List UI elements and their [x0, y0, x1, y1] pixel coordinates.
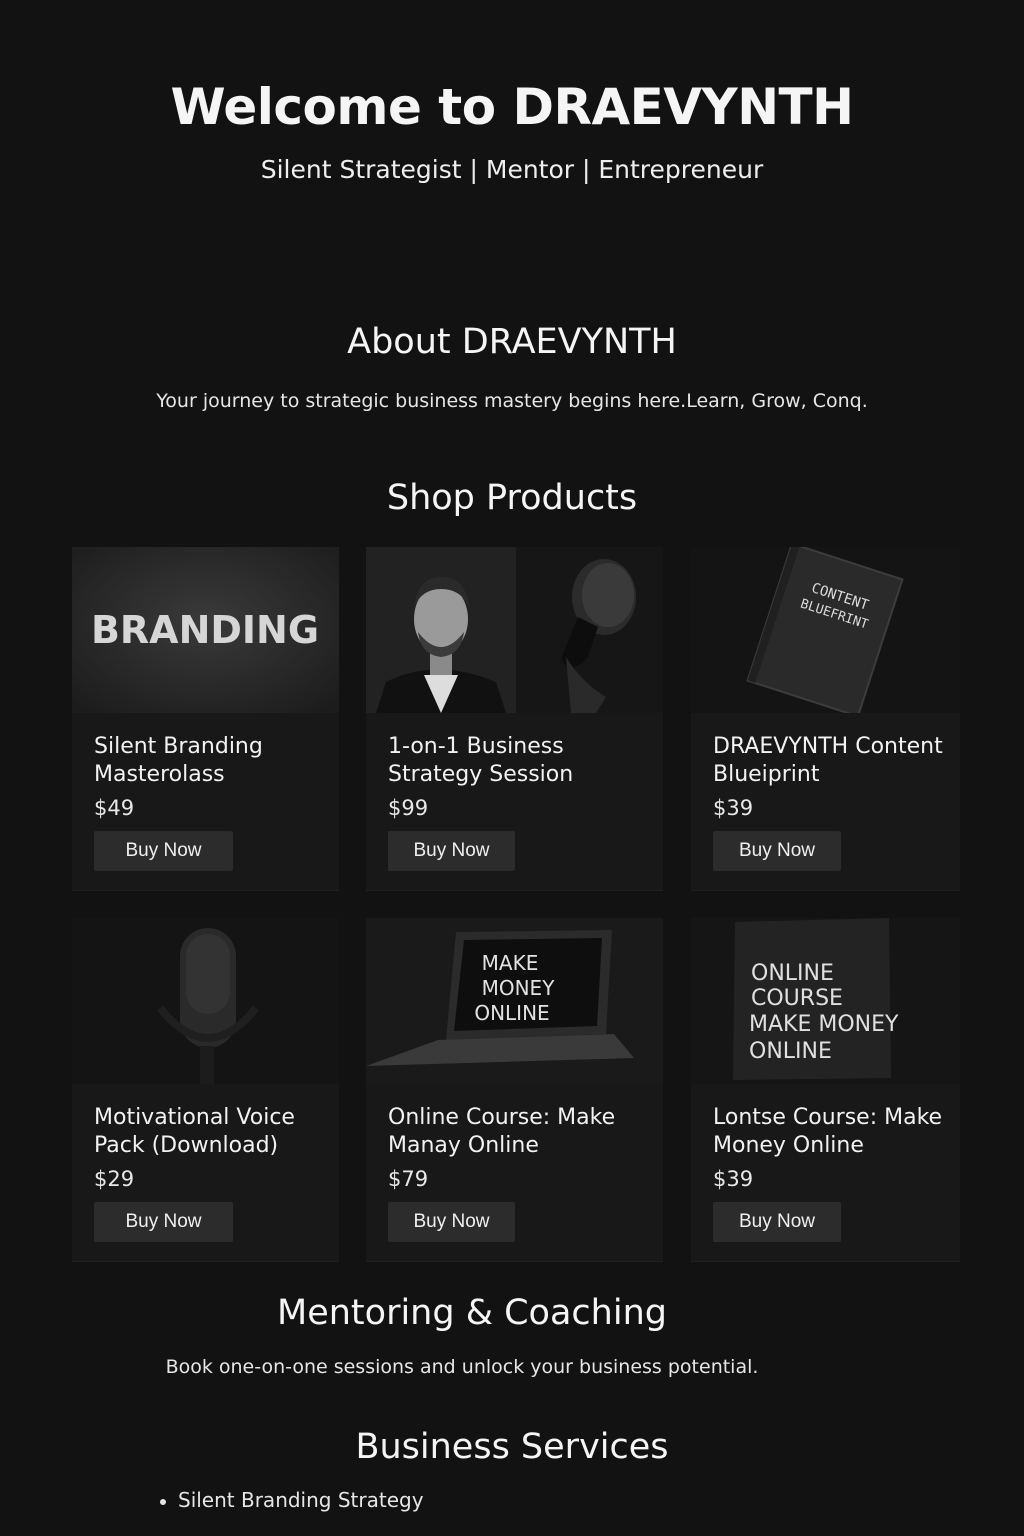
services-heading: Business Services — [355, 1427, 669, 1467]
laptop-screen-text-2: MONEY — [482, 976, 556, 1000]
about-heading: About DRAEVYNTH — [347, 322, 677, 362]
buy-now-button[interactable]: Buy Now — [94, 1202, 233, 1242]
product-price: $39 — [713, 1167, 754, 1191]
product-card-strategy-session: 1-on-1 Business Strategy Session $99 Buy… — [366, 547, 663, 890]
buy-now-button[interactable]: Buy Now — [94, 831, 233, 871]
branding-image: BRANDING — [72, 547, 339, 713]
services-list: Silent Branding Strategy — [160, 1488, 424, 1512]
laptop-make-money-image: MAKE MONEY ONLINE — [366, 918, 663, 1084]
buy-now-button[interactable]: Buy Now — [713, 1202, 841, 1242]
laptop-screen-text-3: ONLINE — [474, 1001, 549, 1025]
laptop-screen-text-1: MAKE — [482, 951, 539, 975]
product-price: $49 — [94, 796, 135, 820]
about-text: Your journey to strategic business maste… — [156, 390, 868, 412]
product-card-voice-pack: Motivational Voice Pack (Download) $29 B… — [72, 918, 339, 1261]
product-card-branding-masterclass: BRANDING Silent Branding Masterolass $49… — [72, 547, 339, 890]
buy-now-button[interactable]: Buy Now — [713, 831, 841, 871]
shop-heading: Shop Products — [386, 478, 638, 518]
product-card-online-course: MAKE MONEY ONLINE Online Course: Make Ma… — [366, 918, 663, 1261]
online-course-sign-image: ONLINE COURSE MAKE MONEY ONLINE — [691, 918, 960, 1084]
product-price: $29 — [94, 1167, 135, 1191]
product-name: Lontse Course: Make Money Online — [713, 1105, 943, 1158]
studio-microphone-image — [72, 918, 339, 1084]
product-price: $99 — [388, 796, 429, 820]
product-name: Motivational Voice Pack (Download) — [94, 1105, 295, 1158]
branding-image-text: BRANDING — [91, 608, 319, 652]
product-name: Online Course: Make Manay Online — [388, 1105, 616, 1158]
product-name: DRAEVYNTH Content Blueiprint — [713, 734, 943, 787]
buy-now-button[interactable]: Buy Now — [388, 1202, 515, 1242]
sign-text-3: MAKE MONEY — [749, 1012, 899, 1037]
product-card-lontse-course: ONLINE COURSE MAKE MONEY ONLINE Lontse C… — [691, 918, 960, 1261]
hero-subtitle: Silent Strategist | Mentor | Entrepreneu… — [260, 155, 764, 184]
service-item: Silent Branding Strategy — [160, 1488, 424, 1512]
service-item-label: Silent Branding Strategy — [178, 1488, 424, 1512]
content-blueprint-book-image: CONTENT BLUEFRINT — [691, 547, 960, 713]
hero-title: Welcome to DRAEVYNTH — [170, 78, 854, 136]
product-price: $79 — [388, 1167, 429, 1191]
mentoring-heading: Mentoring & Coaching — [277, 1293, 667, 1333]
buy-now-button[interactable]: Buy Now — [388, 831, 515, 871]
product-name: Silent Branding Masterolass — [94, 734, 263, 787]
product-price: $39 — [713, 796, 754, 820]
sign-text-4: ONLINE — [749, 1039, 832, 1064]
mentoring-text: Book one-on-one sessions and unlock your… — [165, 1356, 759, 1378]
sign-text-1: ONLINE — [751, 961, 834, 986]
sign-text-2: COURSE — [751, 986, 843, 1011]
product-card-content-blueprint: CONTENT BLUEFRINT DRAEVYNTH Content Blue… — [691, 547, 960, 890]
product-name: 1-on-1 Business Strategy Session — [388, 734, 574, 787]
strategist-portrait-image — [366, 547, 663, 713]
bullet-icon — [160, 1498, 166, 1505]
